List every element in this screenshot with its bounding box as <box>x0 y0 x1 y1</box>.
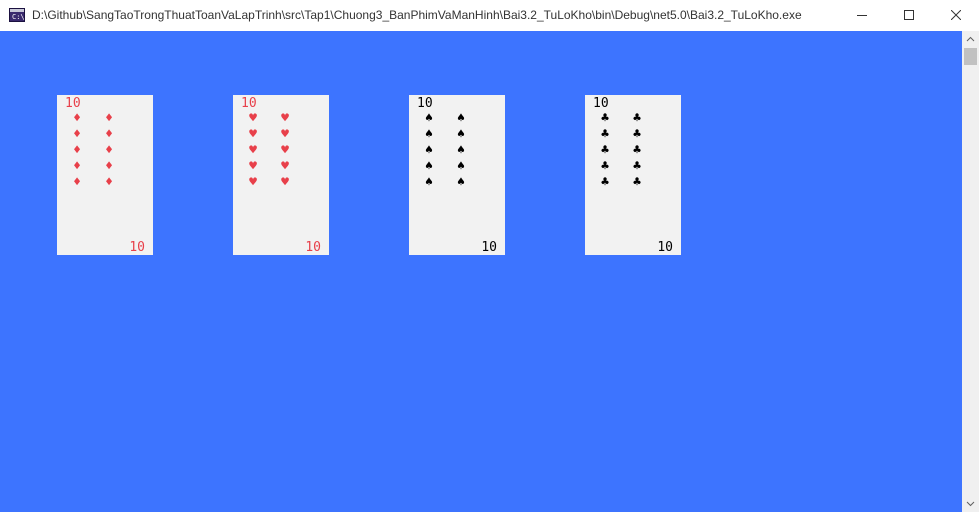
hearts-pip-icon: ♥ <box>281 143 289 158</box>
spades-pip-icon: ♠ <box>425 159 433 174</box>
hearts-pip-icon: ♥ <box>249 143 257 158</box>
card-rank-top: 10 <box>241 96 257 111</box>
spades-pip-icon: ♠ <box>425 111 433 126</box>
clubs-pip-icon: ♣ <box>601 127 609 142</box>
vertical-scrollbar[interactable] <box>962 31 979 512</box>
clubs-pip-icon: ♣ <box>633 143 641 158</box>
diamonds-pip-icon: ♦ <box>105 143 113 158</box>
clubs-pip-icon: ♣ <box>633 175 641 190</box>
card-rank-top: 10 <box>593 96 609 111</box>
spades-pip-icon: ♠ <box>425 143 433 158</box>
card-rank-top: 10 <box>65 96 81 111</box>
card-spades: 10 ♠ ♠ ♠ ♠ ♠ ♠ ♠ ♠ ♠ ♠ 10 <box>409 95 505 255</box>
hearts-pip-icon: ♥ <box>249 111 257 126</box>
hearts-pip-icon: ♥ <box>249 159 257 174</box>
console-area: 10 ♦ ♦ ♦ ♦ ♦ ♦ ♦ ♦ ♦ ♦ 10 10 ♥ ♥ ♥ ♥ ♥ ♥ ♥ ♥ ♥ ♥ 10 10 ♠ ♠ ♠ ♠ ♠ ♠ ♠ ♠ ♠ ♠… <box>0 31 962 512</box>
hearts-pip-icon: ♥ <box>281 111 289 126</box>
minimize-icon <box>857 15 867 16</box>
card-rank-top: 10 <box>417 96 433 111</box>
close-icon <box>951 10 961 20</box>
diamonds-pip-icon: ♦ <box>105 175 113 190</box>
diamonds-pip-icon: ♦ <box>73 159 81 174</box>
card-rank-bottom: 10 <box>305 240 321 255</box>
scrollbar-thumb[interactable] <box>964 48 977 65</box>
window-title: D:\Github\SangTaoTrongThuatToanVaLapTrin… <box>32 8 802 22</box>
title-bar[interactable]: C:\ D:\Github\SangTaoTrongThuatToanVaLap… <box>0 0 979 31</box>
spades-pip-icon: ♠ <box>457 127 465 142</box>
clubs-pip-icon: ♣ <box>601 175 609 190</box>
card-diamonds: 10 ♦ ♦ ♦ ♦ ♦ ♦ ♦ ♦ ♦ ♦ 10 <box>57 95 153 255</box>
clubs-pip-icon: ♣ <box>633 111 641 126</box>
hearts-pip-icon: ♥ <box>281 175 289 190</box>
scroll-down-arrow-icon <box>966 501 975 507</box>
card-clubs: 10 ♣ ♣ ♣ ♣ ♣ ♣ ♣ ♣ ♣ ♣ 10 <box>585 95 681 255</box>
clubs-pip-icon: ♣ <box>601 111 609 126</box>
app-icon-label: C:\ <box>12 13 25 21</box>
hearts-pip-icon: ♥ <box>281 127 289 142</box>
diamonds-pip-icon: ♦ <box>105 127 113 142</box>
spades-pip-icon: ♠ <box>425 127 433 142</box>
clubs-pip-icon: ♣ <box>601 159 609 174</box>
clubs-pip-icon: ♣ <box>633 127 641 142</box>
diamonds-pip-icon: ♦ <box>105 111 113 126</box>
diamonds-pip-icon: ♦ <box>73 175 81 190</box>
scroll-down-button[interactable] <box>962 495 979 512</box>
card-rank-bottom: 10 <box>657 240 673 255</box>
maximize-button[interactable] <box>886 0 932 31</box>
spades-pip-icon: ♠ <box>457 159 465 174</box>
console-app-icon[interactable]: C:\ <box>9 8 25 22</box>
clubs-pip-icon: ♣ <box>633 159 641 174</box>
maximize-icon <box>904 10 914 20</box>
spades-pip-icon: ♠ <box>425 175 433 190</box>
close-button[interactable] <box>933 0 979 31</box>
hearts-pip-icon: ♥ <box>281 159 289 174</box>
diamonds-pip-icon: ♦ <box>105 159 113 174</box>
diamonds-pip-icon: ♦ <box>73 111 81 126</box>
hearts-pip-icon: ♥ <box>249 175 257 190</box>
spades-pip-icon: ♠ <box>457 143 465 158</box>
scroll-up-button[interactable] <box>962 31 979 48</box>
card-rank-bottom: 10 <box>481 240 497 255</box>
spades-pip-icon: ♠ <box>457 111 465 126</box>
diamonds-pip-icon: ♦ <box>73 143 81 158</box>
card-rank-bottom: 10 <box>129 240 145 255</box>
hearts-pip-icon: ♥ <box>249 127 257 142</box>
minimize-button[interactable] <box>839 0 885 31</box>
spades-pip-icon: ♠ <box>457 175 465 190</box>
diamonds-pip-icon: ♦ <box>73 127 81 142</box>
card-hearts: 10 ♥ ♥ ♥ ♥ ♥ ♥ ♥ ♥ ♥ ♥ 10 <box>233 95 329 255</box>
scroll-up-arrow-icon <box>966 36 975 42</box>
clubs-pip-icon: ♣ <box>601 143 609 158</box>
